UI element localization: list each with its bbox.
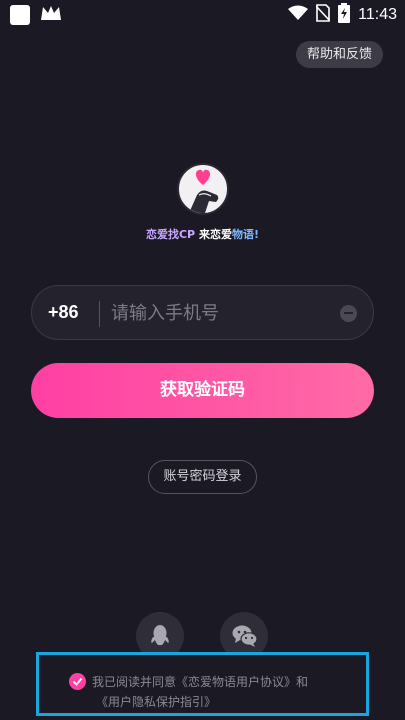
login-screen: 11:43 帮助和反馈 恋爱找CP 来恋爱物语! +86 获取验证码 账号密码登… [0,0,405,720]
clear-icon[interactable] [340,305,357,322]
account-password-login-button[interactable]: 账号密码登录 [148,460,257,494]
checkmark-icon [72,677,83,686]
get-code-button[interactable]: 获取验证码 [31,363,374,418]
privacy-policy-link[interactable]: 《用户隐私保护指引》 [96,695,216,709]
slogan: 恋爱找CP 来恋爱物语! [145,228,259,241]
battery-charging-icon [338,3,351,27]
app-square-icon [10,5,30,25]
crown-icon [40,4,62,26]
phone-input[interactable] [111,298,331,328]
phone-input-container: +86 [31,285,374,340]
wifi-icon [288,5,309,25]
agreement-checkbox[interactable] [69,673,86,690]
help-feedback-button[interactable]: 帮助和反馈 [295,41,383,68]
divider [99,301,100,327]
country-code[interactable]: +86 [48,302,79,323]
no-sim-icon [315,4,331,26]
status-time: 11:43 [358,6,397,23]
user-agreement-link[interactable]: 《恋爱物语用户协议》 [176,675,296,689]
status-bar: 11:43 [0,0,405,28]
agreement-highlight: 我已阅读并同意《恋爱物语用户协议》和 《用户隐私保护指引》 [36,652,369,716]
agreement-text: 我已阅读并同意《恋爱物语用户协议》和 [92,675,309,689]
app-logo [177,163,229,215]
